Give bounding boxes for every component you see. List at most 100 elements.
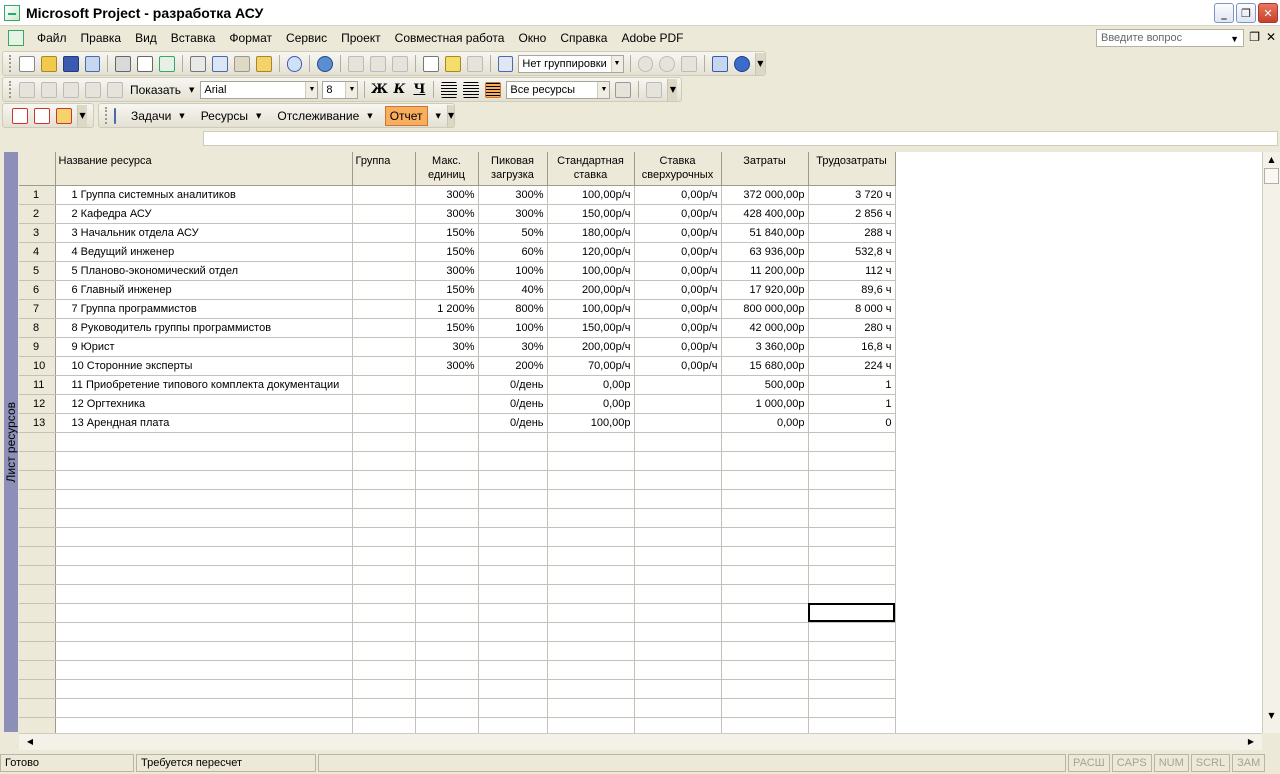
hyperlink-icon[interactable] — [317, 55, 334, 72]
copy-icon[interactable] — [211, 55, 228, 72]
cell-ovt[interactable] — [634, 394, 722, 414]
link-tasks-icon[interactable] — [348, 55, 365, 72]
cell-peak[interactable] — [478, 432, 548, 452]
cell-group[interactable] — [352, 584, 416, 604]
cell-group[interactable] — [352, 242, 416, 262]
cell-std[interactable]: 0,00р — [547, 375, 635, 395]
cell-peak[interactable] — [478, 641, 548, 661]
show-dropdown[interactable]: Показать — [126, 79, 185, 101]
toolbar-options-icon[interactable]: ▼ — [77, 104, 87, 127]
cell-ovt[interactable] — [634, 508, 722, 528]
cell-max[interactable] — [415, 565, 479, 585]
cell-name[interactable]: 12 Оргтехника — [55, 394, 353, 414]
copy-picture-icon[interactable] — [497, 55, 514, 72]
cell-peak[interactable] — [478, 565, 548, 585]
zoom-in-icon[interactable] — [637, 55, 654, 72]
cell-peak[interactable] — [478, 451, 548, 471]
cell-peak[interactable]: 300% — [478, 185, 548, 205]
menu-view[interactable]: Вид — [128, 27, 164, 49]
cell-group[interactable] — [352, 660, 416, 680]
cell-work[interactable]: 280 ч — [808, 318, 896, 338]
cell-name[interactable] — [55, 584, 353, 604]
menu-format[interactable]: Формат — [222, 27, 279, 49]
cell-max[interactable]: 300% — [415, 356, 479, 376]
cell-ovt[interactable] — [634, 375, 722, 395]
cell-std[interactable] — [547, 603, 635, 623]
row-header[interactable] — [19, 489, 56, 509]
cell-name[interactable] — [55, 432, 353, 452]
document-icon[interactable] — [8, 30, 24, 46]
cell-work[interactable]: 532,8 ч — [808, 242, 896, 262]
cell-cost[interactable]: 17 920,00р — [721, 280, 809, 300]
cell-std[interactable]: 0,00р — [547, 394, 635, 414]
cell-group[interactable] — [352, 413, 416, 433]
paste-icon[interactable] — [233, 55, 250, 72]
cell-std[interactable] — [547, 622, 635, 642]
cell-work[interactable] — [808, 527, 896, 547]
cell-cost[interactable] — [721, 717, 809, 733]
cell-std[interactable] — [547, 546, 635, 566]
cell-ovt[interactable] — [634, 679, 722, 699]
scroll-left-icon[interactable]: ◀ — [23, 735, 37, 749]
goto-task-icon[interactable] — [681, 55, 698, 72]
cell-std[interactable] — [547, 565, 635, 585]
cell-work[interactable]: 224 ч — [808, 356, 896, 376]
app-icon[interactable] — [4, 4, 20, 21]
cell-name[interactable]: 5 Планово-экономический отдел — [55, 261, 353, 281]
scroll-up-icon[interactable]: ▲ — [1264, 152, 1279, 167]
cell-group[interactable] — [352, 318, 416, 338]
cell-name[interactable] — [55, 508, 353, 528]
cell-group[interactable] — [352, 603, 416, 623]
row-header[interactable] — [19, 432, 56, 452]
cell-ovt[interactable] — [634, 432, 722, 452]
close-document-icon[interactable]: ✕ — [1266, 30, 1276, 44]
cell-name[interactable]: 3 Начальник отдела АСУ — [55, 223, 353, 243]
row-header[interactable] — [19, 527, 56, 547]
cell-max[interactable]: 150% — [415, 242, 479, 262]
cell-name[interactable]: 11 Приобретение типового комплекта докум… — [55, 375, 353, 395]
cell-peak[interactable] — [478, 660, 548, 680]
cell-work[interactable] — [808, 584, 896, 604]
cell-peak[interactable]: 100% — [478, 261, 548, 281]
cell-std[interactable] — [547, 432, 635, 452]
cell-name[interactable] — [55, 698, 353, 718]
cell-max[interactable] — [415, 641, 479, 661]
cell-peak[interactable]: 100% — [478, 318, 548, 338]
tracking-button[interactable]: Отслеживание — [273, 105, 363, 127]
cell-max[interactable] — [415, 508, 479, 528]
col-header-work[interactable]: Трудозатраты — [808, 152, 896, 186]
cell-peak[interactable]: 40% — [478, 280, 548, 300]
scroll-down-icon[interactable]: ▼ — [1264, 708, 1279, 723]
cell-max[interactable]: 300% — [415, 185, 479, 205]
toolbar-grip[interactable] — [105, 107, 107, 124]
chevron-down-icon[interactable]: ▼ — [345, 81, 358, 98]
row-header[interactable] — [19, 641, 56, 661]
resources-button[interactable]: Ресурсы — [197, 105, 252, 127]
col-header-ovt-rate[interactable]: Ставка сверхурочных — [634, 152, 722, 186]
cell-work[interactable] — [808, 698, 896, 718]
cell-ovt[interactable] — [634, 660, 722, 680]
cell-std[interactable]: 120,00р/ч — [547, 242, 635, 262]
cell-peak[interactable] — [478, 698, 548, 718]
new-document-icon[interactable] — [18, 55, 35, 72]
cell-peak[interactable] — [478, 508, 548, 528]
cell-group[interactable] — [352, 223, 416, 243]
scroll-thumb[interactable] — [1264, 168, 1279, 184]
row-header[interactable] — [19, 717, 56, 733]
assign-resources-icon[interactable] — [466, 55, 483, 72]
cell-name[interactable]: 6 Главный инженер — [55, 280, 353, 300]
cell-group[interactable] — [352, 641, 416, 661]
cell-group[interactable] — [352, 470, 416, 490]
cell-peak[interactable]: 800% — [478, 299, 548, 319]
cell-peak[interactable] — [478, 489, 548, 509]
filter-select[interactable]: Все ресурсы ▼ — [506, 80, 611, 99]
italic-button[interactable]: К — [389, 80, 409, 100]
cell-name[interactable]: 7 Группа программистов — [55, 299, 353, 319]
cell-cost[interactable]: 51 840,00р — [721, 223, 809, 243]
cell-ovt[interactable] — [634, 470, 722, 490]
print-preview-icon[interactable] — [137, 55, 154, 72]
cell-work[interactable] — [808, 717, 896, 733]
cell-cost[interactable]: 42 000,00р — [721, 318, 809, 338]
cell-std[interactable] — [547, 508, 635, 528]
cell-work[interactable] — [808, 679, 896, 699]
